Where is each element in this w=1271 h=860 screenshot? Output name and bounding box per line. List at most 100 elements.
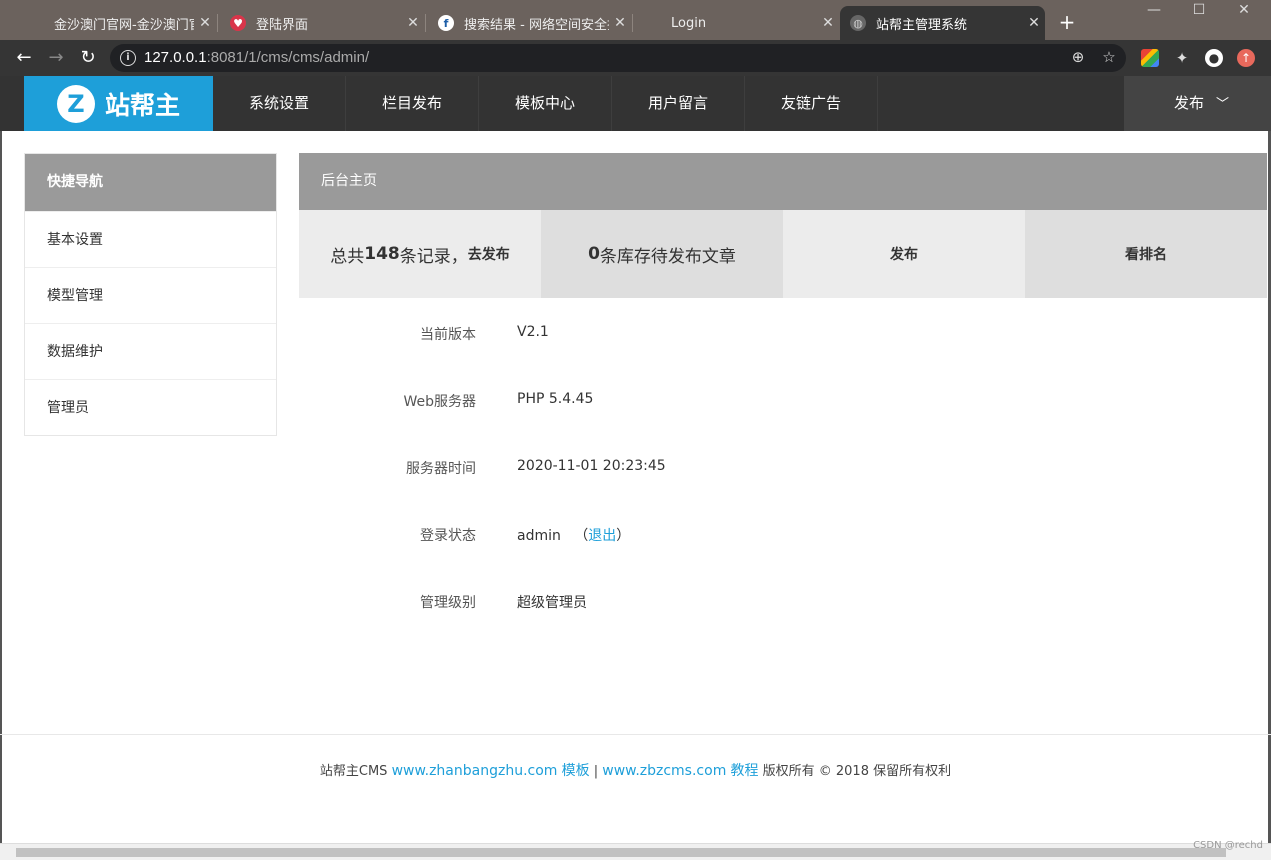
footer-tutorial-link[interactable]: 教程: [730, 763, 758, 779]
blank-icon: [28, 15, 44, 31]
puzzle-icon[interactable]: ✦: [1173, 49, 1191, 67]
nav-column-publish[interactable]: 栏目发布: [346, 76, 479, 131]
close-icon[interactable]: ✕: [402, 15, 424, 31]
footer: 站帮主CMS www.zhanbangzhu.com 模板 | www.zbzc…: [0, 734, 1271, 838]
close-icon[interactable]: ✕: [194, 15, 216, 31]
extension-icon[interactable]: [1141, 49, 1159, 67]
footer-site2-link[interactable]: www.zbzcms.com: [602, 763, 726, 779]
nav-user-messages[interactable]: 用户留言: [612, 76, 745, 131]
scrollbar-thumb[interactable]: [16, 848, 1226, 857]
url-text[interactable]: 127.0.0.1:8081/1/cms/cms/admin/: [144, 49, 369, 66]
close-icon[interactable]: ✕: [817, 15, 839, 31]
info-row-admin-level: 管理级别 超级管理员: [299, 592, 1267, 612]
maximize-icon[interactable]: ☐: [1184, 2, 1214, 18]
tab-separator: [425, 14, 426, 32]
footer-rights: 版权所有 © 2018 保留所有权利: [762, 764, 952, 779]
window-close-icon[interactable]: ✕: [1229, 2, 1259, 18]
horizontal-scrollbar[interactable]: [0, 843, 1271, 860]
info-value: 2020-11-01 20:23:45: [517, 458, 666, 474]
info-label: 登录状态: [420, 528, 476, 544]
tab-title: 搜索结果 - 网络空间安全搜: [464, 17, 609, 33]
back-arrow-icon[interactable]: ←: [12, 46, 36, 70]
info-row-server-time: 服务器时间 2020-11-01 20:23:45: [299, 458, 1267, 478]
logout-open-paren: （: [574, 528, 589, 544]
info-label: Web服务器: [403, 394, 476, 410]
zoom-icon[interactable]: ⊕: [1068, 48, 1088, 66]
stat-total-prefix: 总共: [330, 246, 365, 267]
sidebar: 快捷导航 基本设置 模型管理 数据维护 管理员: [24, 153, 277, 436]
close-icon[interactable]: ✕: [1023, 15, 1045, 31]
ranking-button[interactable]: 看排名: [1025, 210, 1267, 298]
browser-tab[interactable]: 金沙澳门官网-金沙澳门官 ✕: [18, 6, 216, 40]
logo-text: 站帮主: [105, 90, 181, 120]
close-icon[interactable]: ✕: [609, 15, 631, 31]
logout-link[interactable]: 退出: [588, 528, 616, 544]
main-panel: 后台主页 总共 148 条记录， 去发布 0 条库存待发布文章 发布 看排名 当前版本 …: [299, 153, 1267, 611]
ranking-button-label: 看排名: [1125, 247, 1167, 263]
logout-close-paren: ）: [616, 528, 631, 544]
info-row-login-status: 登录状态 admin （退出）: [299, 525, 1267, 545]
url-path: :8081/1/cms/cms/admin/: [206, 49, 370, 66]
sidebar-title: 快捷导航: [25, 154, 276, 211]
stat-total-suffix: 条记录，: [399, 246, 468, 267]
app-header: Z 站帮主 系统设置 栏目发布 模板中心 用户留言 友链广告 发布 ﹀: [0, 76, 1271, 131]
info-value: PHP 5.4.45: [517, 391, 594, 407]
sidebar-item-data-maintenance[interactable]: 数据维护: [25, 323, 276, 379]
search-engine-icon: f: [438, 15, 454, 31]
sidebar-item-model-management[interactable]: 模型管理: [25, 267, 276, 323]
stat-total-count: 148: [364, 244, 400, 264]
info-icon[interactable]: i: [120, 50, 136, 66]
page-title: 后台主页: [299, 153, 1267, 210]
tab-title: 金沙澳门官网-金沙澳门官: [54, 17, 194, 33]
chevron-down-icon: ﹀: [1216, 97, 1230, 112]
tab-title: 登陆界面: [256, 17, 309, 33]
profile-icon[interactable]: ●: [1205, 49, 1223, 67]
browser-tab-bar: 金沙澳门官网-金沙澳门官 ✕ ♥ 登陆界面 ✕ f 搜索结果 - 网络空间安全搜…: [0, 0, 1271, 40]
browser-tab[interactable]: f 搜索结果 - 网络空间安全搜 ✕: [428, 6, 631, 40]
star-icon[interactable]: ☆: [1099, 48, 1119, 66]
footer-template-link[interactable]: 模板: [562, 763, 590, 779]
stat-total-records: 总共 148 条记录， 去发布: [299, 210, 541, 298]
browser-toolbar: ← → ↻ i 127.0.0.1:8081/1/cms/cms/admin/ …: [0, 40, 1271, 76]
sidebar-item-administrator[interactable]: 管理员: [25, 379, 276, 435]
logo[interactable]: Z 站帮主: [24, 76, 213, 131]
stat-pending-count: 0: [588, 244, 600, 264]
address-bar[interactable]: i 127.0.0.1:8081/1/cms/cms/admin/ ⊕ ☆: [110, 44, 1126, 72]
url-host: 127.0.0.1: [144, 49, 207, 66]
globe-icon: ◍: [850, 15, 866, 31]
new-tab-button[interactable]: +: [1056, 10, 1078, 34]
info-label: 管理级别: [420, 595, 476, 611]
main-nav: 系统设置 栏目发布 模板中心 用户留言 友链广告: [213, 76, 878, 131]
tab-separator: [217, 14, 218, 32]
logo-mark: Z: [57, 84, 95, 123]
info-value: V2.1: [517, 324, 549, 340]
login-user: admin: [517, 528, 561, 544]
forward-arrow-icon[interactable]: →: [44, 46, 68, 70]
tab-separator: [632, 14, 633, 32]
footer-brand: 站帮主CMS: [319, 764, 388, 779]
reload-icon[interactable]: ↻: [76, 46, 100, 70]
minimize-icon[interactable]: —: [1139, 2, 1169, 18]
tab-title: Login: [671, 15, 707, 31]
tab-title: 站帮主管理系统: [876, 17, 968, 33]
update-icon[interactable]: ↑: [1237, 49, 1255, 67]
nav-system-settings[interactable]: 系统设置: [213, 76, 346, 131]
blank-icon: [645, 15, 661, 31]
heart-icon: ♥: [230, 15, 246, 31]
sidebar-item-basic-settings[interactable]: 基本设置: [25, 211, 276, 267]
publish-button[interactable]: 发布: [783, 210, 1025, 298]
go-publish-link[interactable]: 去发布: [468, 244, 510, 264]
nav-template-center[interactable]: 模板中心: [479, 76, 612, 131]
browser-tab[interactable]: Login ✕: [635, 6, 839, 40]
browser-tab-active[interactable]: ◍ 站帮主管理系统 ✕: [840, 6, 1045, 40]
info-row-web-server: Web服务器 PHP 5.4.45: [299, 391, 1267, 411]
publish-dropdown[interactable]: 发布 ﹀: [1124, 76, 1271, 131]
stat-pending-articles: 0 条库存待发布文章: [541, 210, 783, 298]
footer-separator: |: [593, 764, 599, 779]
publish-label: 发布: [1174, 94, 1205, 112]
footer-site1-link[interactable]: www.zhanbangzhu.com: [392, 763, 558, 779]
nav-links-ads[interactable]: 友链广告: [745, 76, 878, 131]
stat-pending-text: 条库存待发布文章: [599, 246, 736, 267]
browser-tab[interactable]: ♥ 登陆界面 ✕: [220, 6, 424, 40]
info-row-version: 当前版本 V2.1: [299, 324, 1267, 344]
